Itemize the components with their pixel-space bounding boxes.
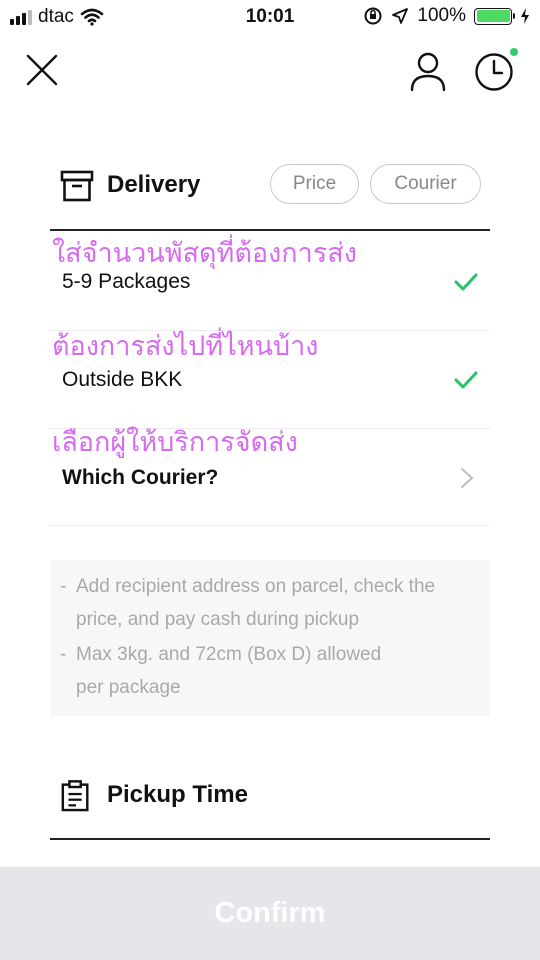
info-line-2: price, and pay cash during pickup [76,609,360,630]
package-count-row[interactable]: ใส่จำนวนพัสดุที่ต้องการส่ง 5-9 Packages [50,231,490,331]
archive-box-icon [60,170,94,202]
info-line-3: - Max 3kg. and 72cm (Box D) allowed [60,644,382,665]
battery-percent: 100% [417,5,466,26]
courier-filter-button[interactable]: Courier [370,164,481,204]
row-annotation: ใส่จำนวนพัสดุที่ต้องการส่ง [52,238,357,268]
confirm-button[interactable]: Confirm [0,867,540,960]
price-filter-button[interactable]: Price [270,164,359,204]
clipboard-icon [61,780,89,812]
courier-select-row[interactable]: เลือกผู้ให้บริการจัดส่ง Which Courier? [50,427,490,526]
user-icon [410,52,446,92]
delivery-header: Delivery Price Courier [50,162,490,208]
row-annotation: ต้องการส่งไปที่ไหนบ้าง [52,331,319,361]
charging-bolt-icon [521,8,529,24]
info-line-4: per package [76,677,181,698]
pickup-header: Pickup Time [50,772,490,818]
row-annotation: เลือกผู้ให้บริการจัดส่ง [52,427,298,457]
location-arrow-icon [392,8,409,24]
row-value: Outside BKK [62,368,183,391]
check-icon [454,273,478,291]
battery-icon [474,7,515,25]
chevron-right-icon [461,468,473,488]
info-line-1: - Add recipient address on parcel, check … [60,576,436,597]
row-value: 5-9 Packages [62,270,191,293]
row-value: Which Courier? [62,466,219,489]
pickup-divider [50,838,490,840]
status-bar: dtac 10:01 100% [0,0,540,36]
confirm-label: Confirm [214,897,326,929]
delivery-title: Delivery [107,171,201,198]
check-icon [454,371,478,389]
info-box: - Add recipient address on parcel, check … [50,560,490,716]
history-button[interactable] [472,48,518,94]
profile-button[interactable] [408,50,448,92]
pickup-title: Pickup Time [107,781,248,808]
orientation-lock-icon [364,7,382,25]
notification-dot [510,48,518,56]
close-button[interactable] [22,50,62,90]
status-right: 100% [363,5,530,27]
destination-row[interactable]: ต้องการส่งไปที่ไหนบ้าง Outside BKK [50,331,490,429]
close-icon [26,54,58,86]
